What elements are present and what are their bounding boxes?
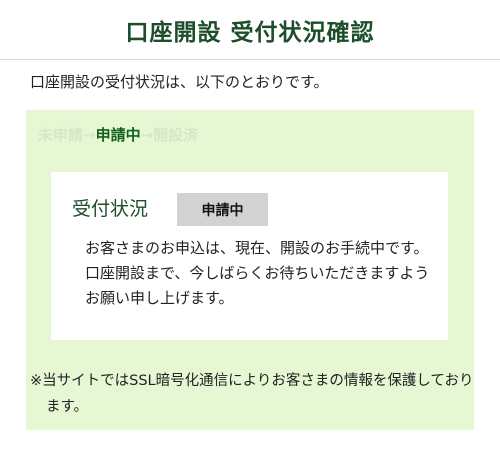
page-header: 口座開設 受付状況確認 — [0, 0, 500, 60]
page-title: 口座開設 受付状況確認 — [125, 19, 375, 46]
status-card: 受付状況 申請中 お客さまのお申込は、現在、開設のお手続中です。口座開設まで、今… — [51, 172, 448, 340]
status-message: お客さまのお申込は、現在、開設のお手続中です。口座開設まで、今しばらくお待ちいた… — [85, 239, 430, 307]
intro-text: 口座開設の受付状況は、以下のとおりです。 — [30, 73, 329, 91]
status-panel: 未申請→申請中→開設済 受付状況 申請中 お客さまのお申込は、現在、開設のお手続… — [26, 110, 474, 430]
ssl-notice: ※当サイトではSSL暗号化通信によりお客さまの情報を保護しております。 — [30, 373, 474, 415]
step-arrow: → — [140, 126, 154, 144]
progress-steps: 未申請→申請中→開設済 — [38, 124, 198, 145]
status-card-title: 受付状況 — [72, 198, 149, 220]
step-arrow: → — [83, 126, 96, 144]
step-opened: 開設済 — [153, 126, 199, 144]
step-applying: 申請中 — [95, 126, 141, 144]
status-badge: 申請中 — [177, 193, 268, 226]
step-not-applied: 未申請 — [38, 126, 84, 144]
